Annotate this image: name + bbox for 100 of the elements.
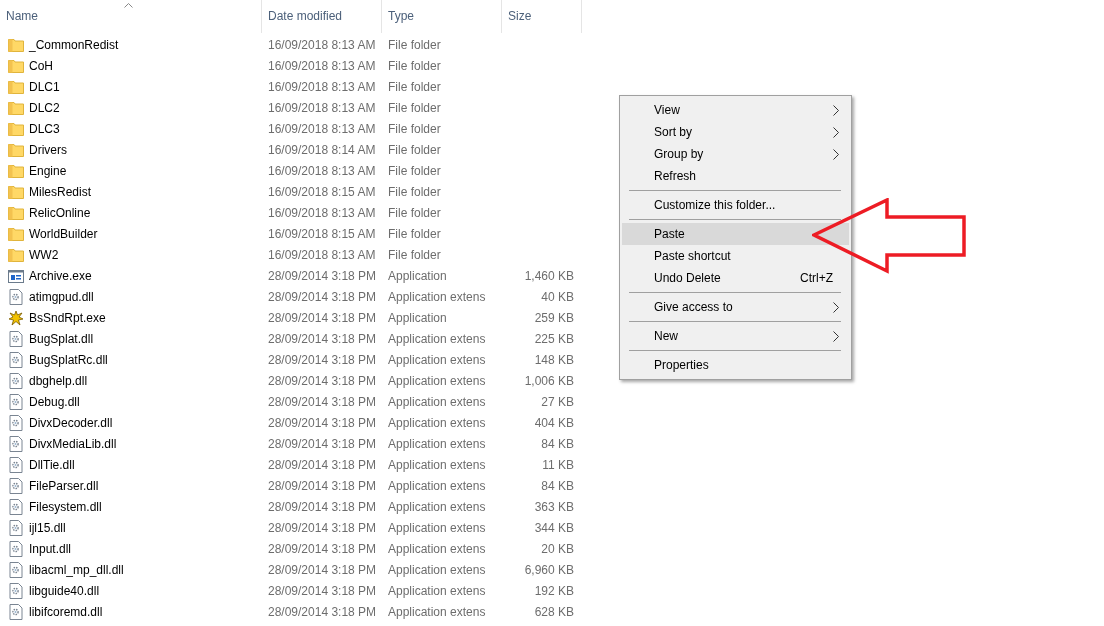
file-type: File folder xyxy=(388,100,441,115)
gear-document-icon xyxy=(8,519,24,536)
file-name[interactable]: DivxMediaLib.dll xyxy=(29,436,117,451)
gear-document-icon xyxy=(8,540,24,557)
file-name[interactable]: Engine xyxy=(29,163,67,178)
gear-document-icon xyxy=(8,330,24,347)
date-modified: 16/09/2018 8:13 AM xyxy=(268,58,376,73)
file-name[interactable]: BugSplat.dll xyxy=(29,331,94,346)
file-type: File folder xyxy=(388,37,441,52)
gear-document-icon xyxy=(8,414,24,431)
menu-item[interactable]: Properties xyxy=(622,354,849,376)
file-type: Application extens xyxy=(388,562,486,577)
menu-item[interactable]: Customize this folder... xyxy=(622,194,849,216)
file-type: Application extens xyxy=(388,373,486,388)
gear-document-icon xyxy=(8,393,24,410)
file-size: 40 KB xyxy=(541,289,574,304)
file-name[interactable]: BugSplatRc.dll xyxy=(29,352,108,367)
file-name[interactable]: Debug.dll xyxy=(29,394,80,409)
file-name[interactable]: Archive.exe xyxy=(29,268,92,283)
file-name[interactable]: MilesRedist xyxy=(29,184,91,199)
file-size: 628 KB xyxy=(534,604,574,619)
file-name[interactable]: RelicOnline xyxy=(29,205,91,220)
date-modified: 16/09/2018 8:15 AM xyxy=(268,184,376,199)
file-name[interactable]: DllTie.dll xyxy=(29,457,75,472)
gear-document-icon xyxy=(8,561,24,578)
file-name[interactable]: atimgpud.dll xyxy=(29,289,94,304)
folder-icon xyxy=(8,37,24,52)
file-type: File folder xyxy=(388,121,441,136)
date-modified: 28/09/2014 3:18 PM xyxy=(268,310,377,325)
date-modified: 28/09/2014 3:18 PM xyxy=(268,373,377,388)
menu-item[interactable]: Give access to xyxy=(622,296,849,318)
file-size: 84 KB xyxy=(541,478,574,493)
date-modified: 16/09/2018 8:13 AM xyxy=(268,79,376,94)
menu-item[interactable]: Refresh xyxy=(622,165,849,187)
file-type: Application extens xyxy=(388,520,486,535)
file-name[interactable]: FileParser.dll xyxy=(29,478,99,493)
date-modified: 28/09/2014 3:18 PM xyxy=(268,457,377,472)
file-name[interactable]: BsSndRpt.exe xyxy=(29,310,106,325)
folder-icon xyxy=(8,247,24,262)
date-modified: 16/09/2018 8:13 AM xyxy=(268,163,376,178)
file-name[interactable]: CoH xyxy=(29,58,53,73)
file-size: 344 KB xyxy=(534,520,574,535)
file-size: 84 KB xyxy=(541,436,574,451)
gear-document-icon xyxy=(8,435,24,452)
file-name[interactable]: Filesystem.dll xyxy=(29,499,102,514)
date-modified: 16/09/2018 8:13 AM xyxy=(268,247,376,262)
date-modified: 16/09/2018 8:13 AM xyxy=(268,100,376,115)
file-name[interactable]: DLC1 xyxy=(29,79,60,94)
file-type: File folder xyxy=(388,79,441,94)
file-type: Application extens xyxy=(388,415,486,430)
bug-splat-icon xyxy=(8,309,24,326)
file-name[interactable]: WW2 xyxy=(29,247,59,262)
column-header[interactable]: Name xyxy=(0,0,262,33)
file-type: File folder xyxy=(388,205,441,220)
date-modified: 28/09/2014 3:18 PM xyxy=(268,394,377,409)
date-modified: 28/09/2014 3:18 PM xyxy=(268,520,377,535)
file-name[interactable]: DLC2 xyxy=(29,100,60,115)
menu-item[interactable]: Sort by xyxy=(622,121,849,143)
date-modified: 16/09/2018 8:15 AM xyxy=(268,226,376,241)
menu-item[interactable]: Undo Delete Ctrl+Z xyxy=(622,267,849,289)
column-header[interactable]: Type xyxy=(382,0,502,33)
date-modified: 16/09/2018 8:14 AM xyxy=(268,142,376,157)
file-name[interactable]: libacml_mp_dll.dll xyxy=(29,562,124,577)
file-name[interactable]: libguide40.dll xyxy=(29,583,100,598)
file-size: 20 KB xyxy=(541,541,574,556)
file-type: Application extens xyxy=(388,457,486,472)
date-modified: 16/09/2018 8:13 AM xyxy=(268,121,376,136)
file-type: Application extens xyxy=(388,541,486,556)
file-size: 1,006 KB xyxy=(524,373,574,388)
folder-icon xyxy=(8,100,24,115)
folder-icon xyxy=(8,58,24,73)
gear-document-icon xyxy=(8,288,24,305)
date-modified: 28/09/2014 3:18 PM xyxy=(268,331,377,346)
file-size: 192 KB xyxy=(534,583,574,598)
file-name[interactable]: WorldBuilder xyxy=(29,226,98,241)
menu-item[interactable]: New xyxy=(622,325,849,347)
file-name[interactable]: Drivers xyxy=(29,142,67,157)
file-name[interactable]: dbghelp.dll xyxy=(29,373,88,388)
file-size: 225 KB xyxy=(534,331,574,346)
date-modified: 28/09/2014 3:18 PM xyxy=(268,541,377,556)
date-modified: 28/09/2014 3:18 PM xyxy=(268,604,377,619)
file-name[interactable]: _CommonRedist xyxy=(29,37,119,52)
folder-icon xyxy=(8,163,24,178)
menu-item[interactable]: View xyxy=(622,99,849,121)
menu-item[interactable]: Paste xyxy=(622,223,849,245)
column-header[interactable]: Size xyxy=(502,0,582,33)
gear-document-icon xyxy=(8,498,24,515)
file-size: 27 KB xyxy=(541,394,574,409)
date-modified: 28/09/2014 3:18 PM xyxy=(268,583,377,598)
file-name[interactable]: DLC3 xyxy=(29,121,60,136)
menu-item[interactable]: Paste shortcut xyxy=(622,245,849,267)
date-modified: 28/09/2014 3:18 PM xyxy=(268,268,377,283)
file-name[interactable]: ijl15.dll xyxy=(29,520,66,535)
file-name[interactable]: DivxDecoder.dll xyxy=(29,415,113,430)
file-type: File folder xyxy=(388,163,441,178)
file-name[interactable]: Input.dll xyxy=(29,541,72,556)
menu-item[interactable]: Group by xyxy=(622,143,849,165)
file-name[interactable]: libifcoremd.dll xyxy=(29,604,103,619)
column-header[interactable]: Date modified xyxy=(262,0,382,33)
folder-icon xyxy=(8,205,24,220)
